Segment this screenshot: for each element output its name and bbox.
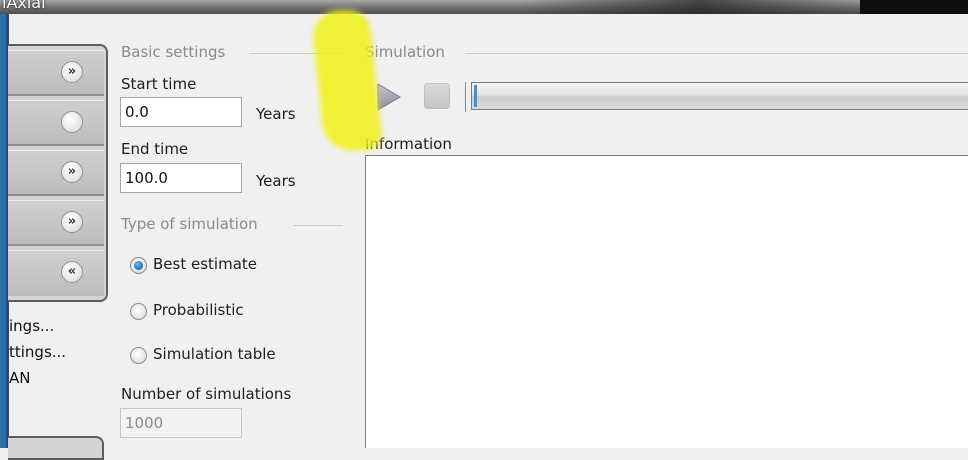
double-chevron-down-icon: » — [61, 211, 83, 233]
double-chevron-down-icon: » — [61, 61, 83, 83]
nav-button-5[interactable]: « — [8, 250, 104, 296]
link-settings-2[interactable]: ttings... — [9, 343, 66, 361]
start-time-input[interactable] — [120, 97, 242, 127]
nav-button-2[interactable] — [8, 100, 104, 146]
link-settings-1[interactable]: ings... — [9, 317, 54, 335]
radio-probabilistic[interactable] — [130, 303, 147, 320]
toolbar-separator — [465, 82, 466, 112]
radio-simulation-table[interactable] — [130, 347, 147, 364]
end-time-unit: Years — [256, 172, 296, 190]
highlight-marker — [310, 10, 384, 150]
window-title: iAxial — [2, 0, 46, 12]
title-bar: iAxial — [0, 0, 968, 14]
title-bar-dark-region — [860, 0, 968, 14]
nav-button-1[interactable]: » — [8, 50, 104, 96]
num-simulations-label: Number of simulations — [121, 385, 292, 403]
nav-button-3[interactable]: » — [8, 150, 104, 196]
start-time-label: Start time — [121, 75, 197, 93]
end-time-label: End time — [121, 140, 189, 158]
double-chevron-down-icon: » — [61, 161, 83, 183]
circle-icon — [61, 111, 83, 133]
simulation-title: Simulation — [365, 43, 445, 61]
num-simulations-input[interactable] — [120, 408, 242, 438]
simulation-type-title: Type of simulation — [121, 215, 258, 233]
progress-fill — [474, 85, 477, 107]
nav-button-4[interactable]: » — [8, 200, 104, 246]
link-an[interactable]: AN — [9, 369, 30, 387]
title-bar-glow — [520, 0, 880, 14]
radio-best-estimate[interactable] — [130, 257, 147, 274]
radio-probabilistic-label[interactable]: Probabilistic — [153, 301, 244, 319]
simulation-progress-bar — [471, 82, 968, 110]
double-chevron-up-icon: « — [61, 261, 83, 283]
radio-best-estimate-label[interactable]: Best estimate — [153, 255, 257, 273]
start-time-unit: Years — [256, 105, 296, 123]
information-textarea[interactable] — [365, 155, 968, 448]
end-time-input[interactable] — [120, 163, 242, 193]
stop-button[interactable] — [424, 83, 450, 109]
nav-bottom-button[interactable] — [8, 436, 104, 460]
basic-settings-title: Basic settings — [121, 43, 226, 61]
navigation-panel: » » » « — [8, 44, 108, 302]
radio-simulation-table-label[interactable]: Simulation table — [153, 345, 276, 363]
simulation-line — [465, 53, 968, 54]
simulation-type-line — [294, 225, 343, 226]
